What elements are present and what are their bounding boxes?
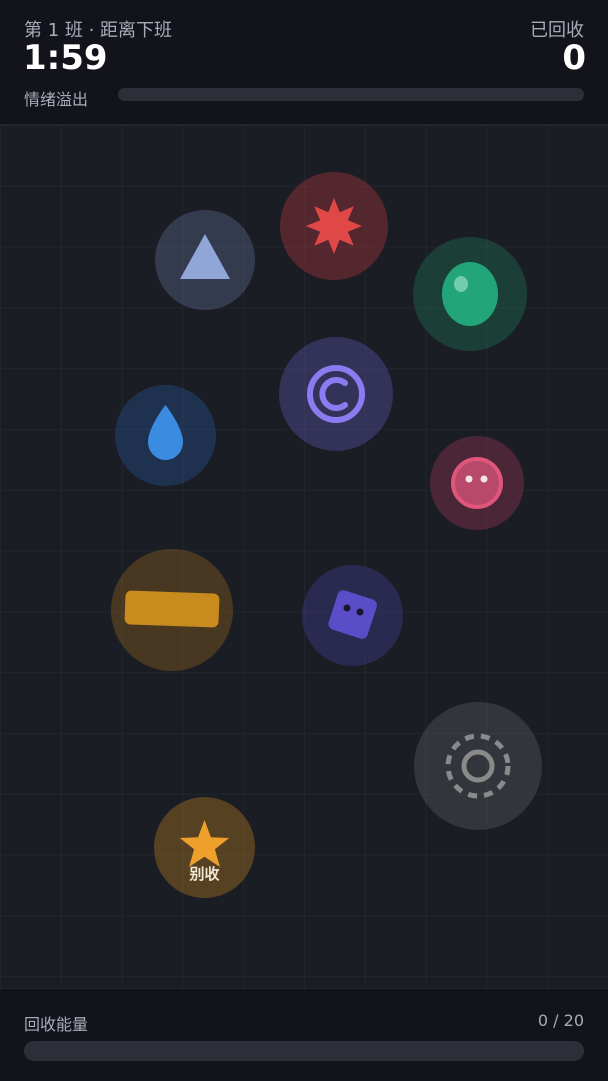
item-orange-bar[interactable] [111,549,233,671]
do-not-collect-label: 别收 [189,865,220,883]
swirl-icon [307,365,365,423]
orange-bar-icon [124,590,220,628]
starburst-icon [306,198,362,254]
item-starburst[interactable] [280,172,388,280]
item-green-blob[interactable] [413,237,527,351]
triangle-icon [180,234,230,279]
collected-count: 0 [562,38,586,78]
item-droplet[interactable] [115,385,216,486]
emotion-overflow-meter [118,88,584,101]
item-pink-face[interactable] [430,436,524,530]
item-dashed-ring[interactable] [414,702,542,830]
item-gold-star[interactable]: 别收 [154,797,255,898]
recycle-energy-value: 0 / 20 [537,1011,584,1030]
recycle-energy-label: 回收能量 [24,1015,89,1034]
top-status-bar: 第 1 班 · 距离下班 1:59 已回收 0 情绪溢出 [0,0,608,125]
bottom-energy-bar: 回收能量 0 / 20 [0,988,608,1081]
item-purple-cube[interactable] [302,565,403,666]
play-field: 别收 [0,125,608,988]
purple-cube-icon [328,590,377,639]
recycle-energy-meter [24,1041,584,1061]
droplet-icon [148,405,183,460]
green-blob-icon [442,262,498,326]
countdown-timer: 1:59 [23,38,108,78]
item-swirl[interactable] [279,337,393,451]
emotion-overflow-label: 情绪溢出 [24,90,89,109]
pink-face-icon [451,457,503,509]
item-triangle[interactable] [155,210,255,310]
dashed-ring-icon [445,733,511,799]
